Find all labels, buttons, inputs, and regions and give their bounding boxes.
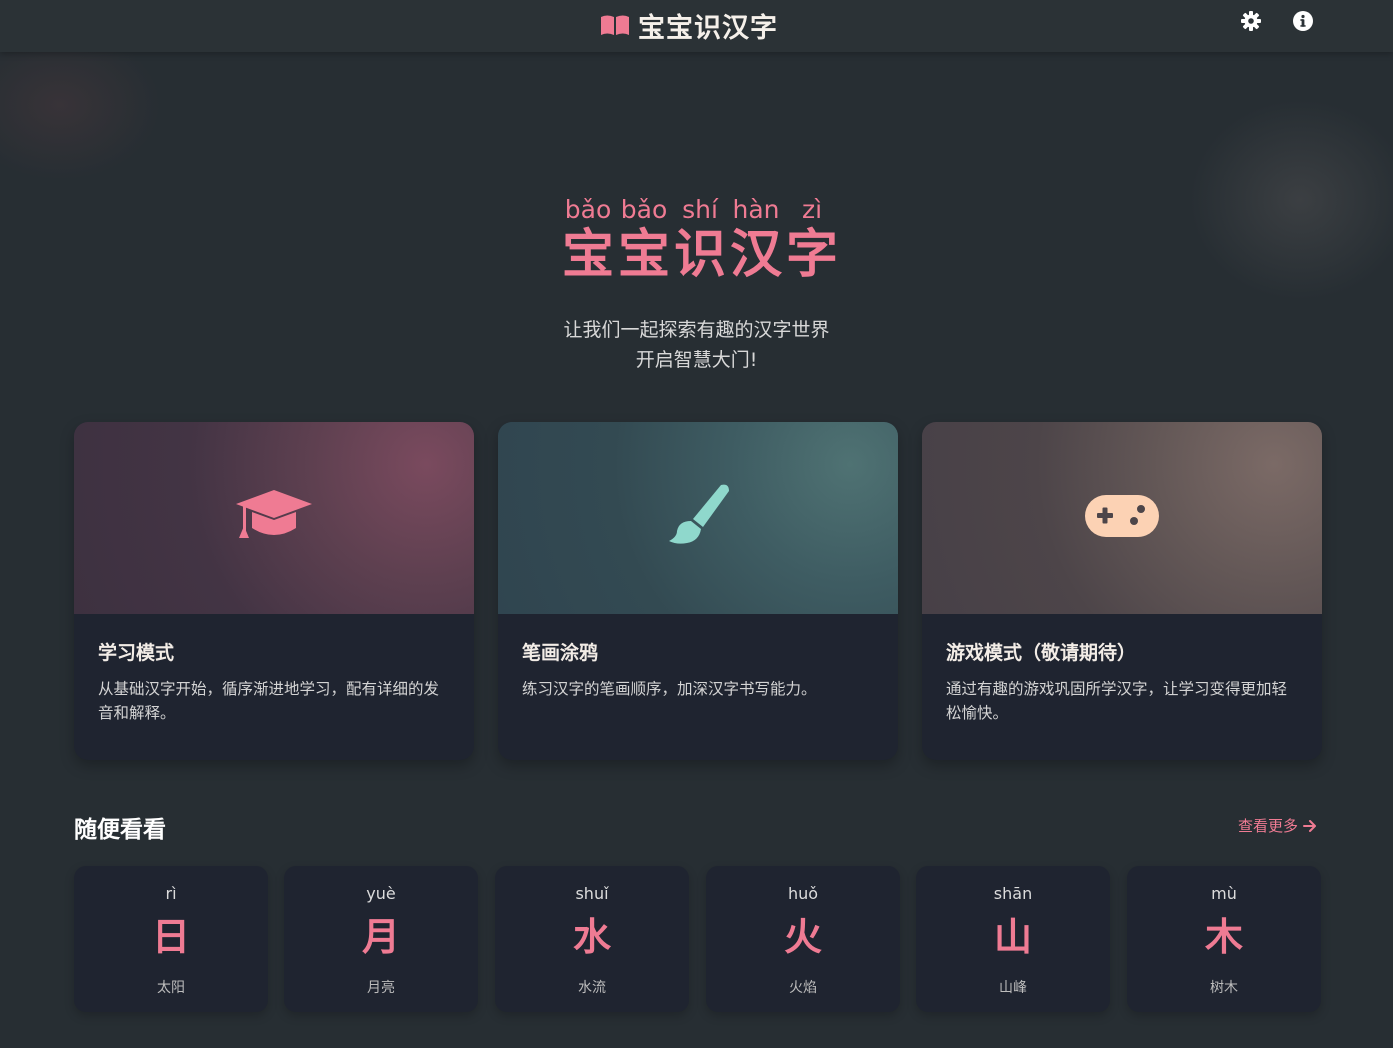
arrow-right-icon — [1302, 817, 1317, 835]
hero-title: 宝 宝 识 汉 字 — [560, 223, 840, 287]
hero-character: 汉 — [729, 224, 782, 285]
card-description: 从基础汉字开始，循序渐进地学习，配有详细的发音和解释。 — [98, 680, 440, 722]
pinyin-syllable: bǎo — [564, 195, 612, 224]
character-card[interactable]: rì 日 太阳 — [74, 866, 268, 1012]
character-card[interactable]: shuǐ 水 水流 — [495, 866, 689, 1012]
character-pinyin: shān — [993, 884, 1033, 903]
top-bar: 宝宝识汉字 — [0, 0, 1393, 52]
learn-mode-card[interactable]: 学习模式 从基础汉字开始，循序渐进地学习，配有详细的发音和解释。 — [74, 422, 474, 760]
pinyin-syllable: shí — [682, 195, 718, 224]
stroke-doodle-card[interactable]: 笔画涂鸦 练习汉字的笔画顺序，加深汉字书写能力。 — [498, 422, 898, 760]
character-meaning: 月亮 — [367, 980, 395, 996]
view-more-link[interactable]: 查看更多 — [1238, 815, 1317, 836]
card-description: 通过有趣的游戏巩固所学汉字，让学习变得更加轻松愉快。 — [946, 680, 1288, 722]
view-more-label: 查看更多 — [1238, 817, 1299, 835]
hero-character: 识 — [673, 224, 726, 285]
card-body: 学习模式 从基础汉字开始，循序渐进地学习，配有详细的发音和解释。 — [74, 614, 474, 725]
card-body: 笔画涂鸦 练习汉字的笔画顺序，加深汉字书写能力。 — [498, 614, 898, 701]
card-title: 学习模式 — [98, 642, 175, 664]
open-book-icon — [600, 14, 630, 36]
character-glyph: 月 — [361, 914, 400, 959]
hero-subtitle-line: 开启智慧大门! — [635, 349, 758, 371]
character-glyph: 山 — [993, 914, 1032, 959]
pinyin-syllable: hàn — [732, 195, 780, 224]
settings-button[interactable] — [1240, 10, 1262, 36]
character-pinyin: mù — [1211, 884, 1237, 903]
character-meaning: 水流 — [578, 980, 606, 996]
character-meaning: 树木 — [1210, 980, 1238, 996]
character-card[interactable]: huǒ 火 火焰 — [706, 866, 900, 1012]
character-card[interactable]: mù 木 树木 — [1127, 866, 1321, 1012]
info-button[interactable] — [1292, 10, 1314, 36]
paint-brush-icon — [663, 483, 733, 553]
hero-subtitle-line: 让我们一起探索有趣的汉字世界 — [563, 319, 830, 341]
card-banner — [74, 422, 474, 614]
app-page: 宝宝识汉字 bǎo bǎo shí hàn zì 宝 宝 识 汉 字 让我们一起… — [0, 0, 1393, 1048]
card-banner — [498, 422, 898, 614]
card-body: 游戏模式（敬请期待） 通过有趣的游戏巩固所学汉字，让学习变得更加轻松愉快。 — [922, 614, 1322, 725]
pinyin-syllable: zì — [801, 195, 823, 224]
card-banner — [922, 422, 1322, 614]
character-pinyin: shuǐ — [575, 884, 609, 903]
gamepad-icon — [1083, 493, 1161, 543]
gear-icon — [1240, 10, 1262, 36]
character-pinyin: huǒ — [787, 884, 819, 903]
card-description: 练习汉字的笔画顺序，加深汉字书写能力。 — [522, 680, 817, 698]
character-glyph: 木 — [1204, 914, 1243, 959]
game-mode-card[interactable]: 游戏模式（敬请期待） 通过有趣的游戏巩固所学汉字，让学习变得更加轻松愉快。 — [922, 422, 1322, 760]
character-glyph: 火 — [783, 914, 822, 959]
character-glyph: 日 — [151, 914, 190, 959]
background-glow — [1190, 100, 1393, 300]
character-pinyin: yuè — [366, 884, 396, 903]
hero-character: 字 — [785, 224, 838, 285]
info-icon — [1292, 10, 1314, 36]
character-card[interactable]: yuè 月 月亮 — [284, 866, 478, 1012]
hero-character: 宝 — [561, 224, 614, 285]
pinyin-syllable: bǎo — [620, 195, 668, 224]
graduation-cap-icon — [234, 486, 314, 550]
hero-subtitle: 让我们一起探索有趣的汉字世界 开启智慧大门! — [0, 315, 1393, 375]
card-title: 笔画涂鸦 — [522, 642, 599, 664]
character-pinyin: rì — [165, 884, 177, 903]
character-meaning: 火焰 — [789, 980, 817, 996]
character-meaning: 太阳 — [157, 980, 185, 996]
brand[interactable]: 宝宝识汉字 — [600, 8, 778, 44]
character-glyph: 水 — [572, 914, 611, 959]
background-glow — [0, 30, 160, 180]
card-title: 游戏模式（敬请期待） — [946, 642, 1137, 664]
hero-character: 宝 — [617, 224, 670, 285]
app-title: 宝宝识汉字 — [638, 12, 778, 44]
character-meaning: 山峰 — [999, 980, 1027, 996]
section-title: 随便看看 — [74, 817, 166, 843]
character-card[interactable]: shān 山 山峰 — [916, 866, 1110, 1012]
